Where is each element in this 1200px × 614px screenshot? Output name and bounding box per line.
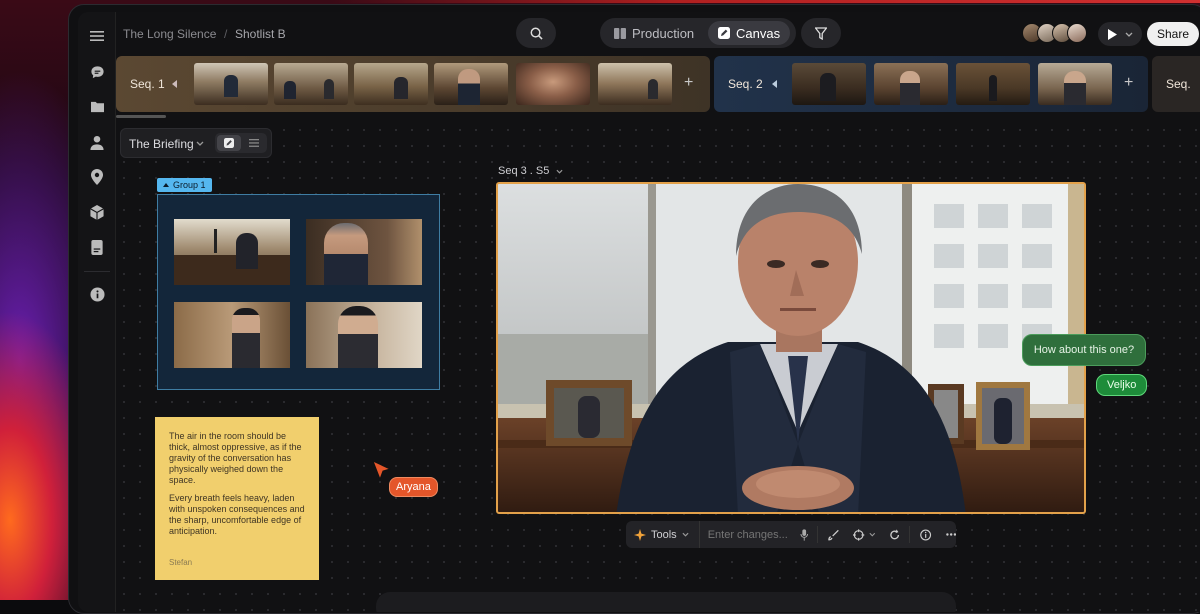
play-button[interactable] — [1098, 22, 1142, 46]
play-icon — [1108, 28, 1117, 40]
list-icon — [249, 139, 259, 147]
shot-image — [498, 184, 1084, 512]
pen-icon — [224, 138, 234, 148]
top-bar: The Long Silence / Shotlist B Production… — [116, 12, 1200, 56]
add-shot-button[interactable]: + — [1124, 74, 1133, 92]
view-switcher: Production Canvas — [600, 18, 796, 48]
note-paragraph: The air in the room should be thick, alm… — [169, 431, 302, 485]
shot-thumbnail[interactable] — [598, 63, 672, 105]
filter-button[interactable] — [801, 18, 841, 48]
chevron-down-icon[interactable] — [869, 532, 876, 537]
chevron-down-icon — [1125, 32, 1133, 37]
collaborator-cursor-icon — [372, 460, 392, 481]
refresh-icon[interactable] — [889, 528, 900, 541]
sidebar — [78, 12, 116, 612]
group-tag-label: Group 1 — [173, 180, 206, 190]
scene-selector-label: The Briefing — [129, 137, 194, 151]
app-window: The Long Silence / Shotlist B Production… — [78, 12, 1200, 612]
scene-selector[interactable]: The Briefing — [120, 128, 272, 158]
more-icon[interactable] — [945, 533, 956, 536]
group-shot-thumbnail[interactable] — [174, 302, 290, 368]
caret-left-icon — [172, 80, 177, 88]
info-icon[interactable] — [87, 284, 107, 304]
microphone-icon[interactable] — [800, 528, 808, 541]
sequence-2-label: Seq. 2 — [728, 77, 763, 91]
sparkle-icon — [634, 528, 646, 541]
shot-group[interactable] — [157, 194, 440, 390]
toolbar-divider — [909, 526, 911, 543]
avatar[interactable] — [1067, 23, 1087, 43]
info-icon[interactable] — [920, 529, 932, 541]
canvas-view-button[interactable] — [217, 135, 241, 151]
list-view-button[interactable] — [243, 135, 265, 151]
target-icon[interactable] — [853, 528, 865, 541]
note-paragraph: Every breath feels heavy, laden with uns… — [169, 493, 305, 536]
tab-canvas[interactable]: Canvas — [708, 21, 791, 45]
changes-input[interactable] — [707, 528, 794, 541]
share-button[interactable]: Share — [1147, 22, 1199, 46]
sequence-1-label: Seq. 1 — [130, 77, 165, 91]
shot-thumbnail[interactable] — [194, 63, 268, 105]
group-shot-thumbnail[interactable] — [306, 219, 422, 285]
sequence-3[interactable]: Seq. — [1152, 56, 1200, 112]
view-toggle — [215, 133, 267, 153]
user-icon[interactable] — [87, 132, 107, 152]
location-pin-icon[interactable] — [87, 167, 107, 187]
comment-bubble[interactable]: How about this one? — [1022, 334, 1146, 366]
tab-production[interactable]: Production — [604, 21, 704, 45]
frame-toolbar: Tools — [626, 521, 956, 548]
group-shot-thumbnail[interactable] — [174, 219, 290, 285]
chevron-down-icon — [682, 532, 689, 537]
shot-thumbnail[interactable] — [874, 63, 948, 105]
collaborator-label-veljko: Veljko — [1096, 374, 1148, 396]
chat-icon[interactable] — [87, 62, 107, 82]
tab-production-label: Production — [632, 25, 695, 41]
frame-label-text: Seq 3 . S5 — [498, 165, 550, 177]
sequence-3-label: Seq. — [1166, 77, 1191, 91]
tools-label: Tools — [651, 528, 677, 541]
shot-thumbnail[interactable] — [792, 63, 866, 105]
document-icon[interactable] — [87, 237, 107, 257]
menu-icon[interactable] — [87, 26, 107, 46]
sequence-strip: Seq. 1 + Seq. 2 + Seq. — [116, 56, 1200, 112]
brush-icon[interactable] — [828, 529, 839, 541]
caret-left-icon — [772, 80, 777, 88]
search-icon — [530, 27, 543, 40]
search-button[interactable] — [516, 18, 556, 48]
accent-line — [330, 0, 1200, 3]
collaborator-label-aryana: Aryana — [389, 477, 438, 497]
breadcrumb-page[interactable]: Shotlist B — [235, 27, 286, 41]
shot-thumbnail[interactable] — [274, 63, 348, 105]
sequence-1[interactable]: Seq. 1 + — [116, 56, 710, 112]
tools-menu-button[interactable]: Tools — [626, 521, 700, 548]
shot-thumbnail[interactable] — [1038, 63, 1112, 105]
shot-thumbnail[interactable] — [354, 63, 428, 105]
sequence-2[interactable]: Seq. 2 + — [714, 56, 1148, 112]
frame-label[interactable]: Seq 3 . S5 — [498, 165, 563, 177]
chevron-down-icon — [196, 141, 204, 146]
pen-icon — [718, 27, 730, 39]
group-tag[interactable]: Group 1 — [157, 178, 212, 192]
note-author: Stefan — [169, 558, 193, 567]
shot-thumbnail[interactable] — [516, 63, 590, 105]
strip-scrollbar[interactable] — [116, 115, 166, 118]
bottom-dock — [376, 592, 956, 612]
caret-up-icon — [163, 183, 169, 187]
sidebar-divider — [84, 271, 110, 272]
book-icon — [614, 27, 626, 39]
folder-icon[interactable] — [87, 96, 107, 116]
chevron-down-icon — [556, 169, 563, 174]
cube-icon[interactable] — [87, 202, 107, 222]
toolbar-divider — [817, 526, 819, 543]
filter-icon — [815, 26, 827, 40]
tab-canvas-label: Canvas — [736, 25, 781, 41]
add-shot-button[interactable]: + — [684, 74, 693, 92]
selected-shot-frame[interactable] — [496, 182, 1086, 514]
shot-thumbnail[interactable] — [434, 63, 508, 105]
group-shot-thumbnail[interactable] — [306, 302, 422, 368]
breadcrumb-project[interactable]: The Long Silence — [123, 27, 216, 41]
sticky-note[interactable]: The air in the room should be thick, alm… — [155, 417, 319, 580]
shot-thumbnail[interactable] — [956, 63, 1030, 105]
breadcrumb-separator: / — [224, 27, 228, 41]
